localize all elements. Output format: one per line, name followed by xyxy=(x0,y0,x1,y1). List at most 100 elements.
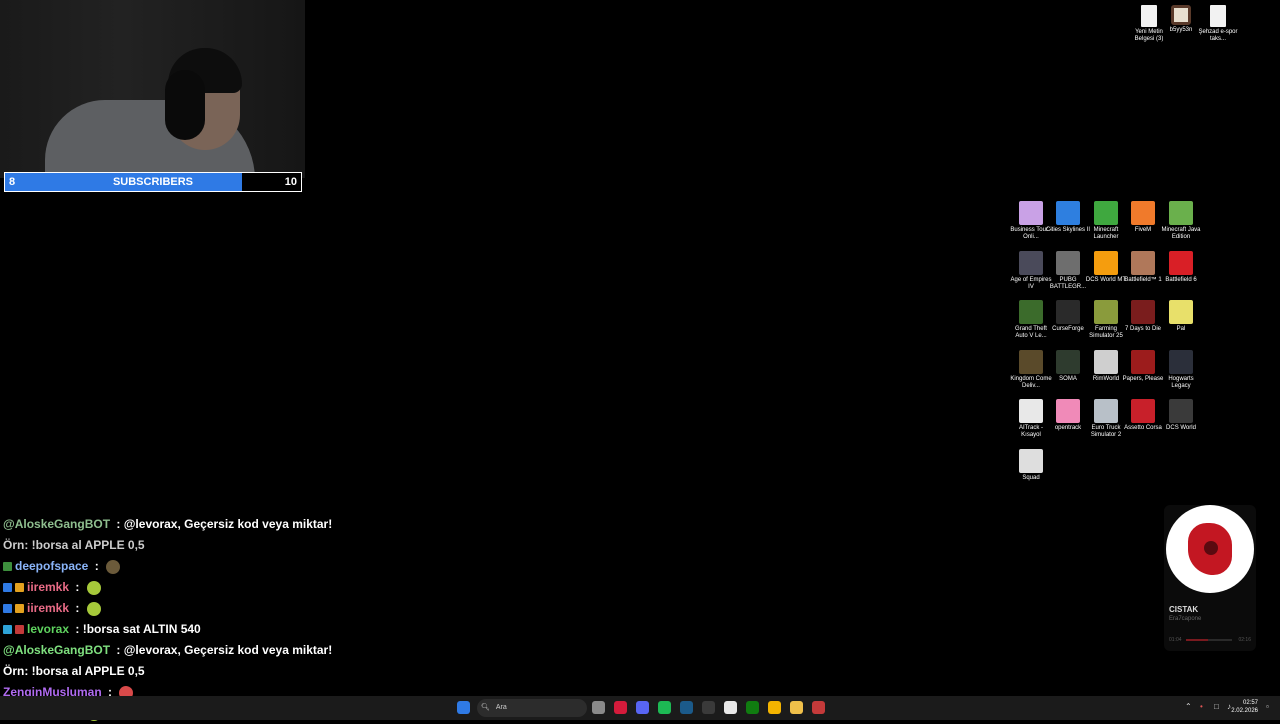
desktop-app-shortcut[interactable]: DCS World xyxy=(1159,399,1203,432)
soma-icon xyxy=(1056,350,1080,374)
dcs-world-icon xyxy=(1169,399,1193,423)
chat-emote-icon xyxy=(86,580,101,595)
epic-games-button[interactable] xyxy=(702,701,715,714)
chat-text: Örn: !borsa al APPLE 0,5 xyxy=(3,538,145,552)
chat-emote-icon xyxy=(106,559,121,574)
discord-button[interactable] xyxy=(636,701,649,714)
obs-button[interactable] xyxy=(812,701,825,714)
xbox-button[interactable] xyxy=(746,701,759,714)
start-button[interactable] xyxy=(457,701,470,714)
rimworld-icon xyxy=(1094,350,1118,374)
chat-separator: : xyxy=(113,643,124,657)
opera-gx-button[interactable] xyxy=(614,701,627,714)
business-tour-icon xyxy=(1019,201,1043,225)
webcam-feed xyxy=(0,0,305,178)
clock-date: 2.02.2026 xyxy=(1231,708,1258,714)
chat-badge-icon xyxy=(3,604,12,614)
desktop-app-label: DCS World xyxy=(1166,425,1196,431)
7-days-to-die-icon xyxy=(1131,300,1155,324)
chat-username: levorax xyxy=(27,622,70,636)
text-document-icon xyxy=(1141,5,1157,27)
chat-badge-icon xyxy=(15,583,24,593)
papers-please-icon xyxy=(1131,350,1155,374)
desktop-icon[interactable]: Şehzad e-spor taks... xyxy=(1196,5,1240,43)
chat-text: !borsa sat ALTIN 540 xyxy=(82,622,201,636)
battlefield-6-icon xyxy=(1169,251,1193,275)
chat-badge-icon xyxy=(15,604,24,614)
minecraft-java-icon xyxy=(1169,201,1193,225)
chat-emote-icon xyxy=(86,601,101,616)
chat-message: Örn: !borsa al APPLE 0,5 xyxy=(0,661,330,682)
text-document-icon xyxy=(1210,5,1226,27)
desktop-app-shortcut[interactable]: Pal xyxy=(1159,300,1203,333)
kingdom-come-icon xyxy=(1019,350,1043,374)
desktop-app-label: Squad xyxy=(1022,475,1040,481)
capcut-button[interactable] xyxy=(724,701,737,714)
disc-center xyxy=(1204,541,1218,555)
euro-truck-icon xyxy=(1094,399,1118,423)
hogwarts-legacy-icon xyxy=(1169,350,1193,374)
chat-message: deepofspace : xyxy=(0,556,330,577)
assetto-corsa-icon xyxy=(1131,399,1155,423)
desktop-app-label: Pal xyxy=(1176,326,1186,332)
tray-overflow-icon[interactable]: ⌃ xyxy=(1185,702,1192,711)
track-title: CISTAK xyxy=(1169,605,1199,614)
subscriber-goal-label: SUBSCRIBERS xyxy=(112,176,194,188)
chat-message: @AloskeGangBOT : @levorax, Geçersiz kod … xyxy=(0,514,332,535)
headset xyxy=(165,70,205,140)
desktop-app-shortcut[interactable]: Minecraft Java Edition xyxy=(1159,201,1203,241)
taskbar: 🔍︎ Ara ⌃ • □ ♪ 02:57 2.02.2026 ▫ xyxy=(0,696,1280,720)
pubg-icon xyxy=(1056,251,1080,275)
taskbar-search[interactable]: 🔍︎ Ara xyxy=(477,699,587,717)
chat-text: @levorax, Geçersiz kod veya miktar! xyxy=(123,643,333,657)
chat-message: iiremkk : xyxy=(0,598,330,619)
chat-separator: : xyxy=(91,559,103,573)
network-icon[interactable]: □ xyxy=(1214,702,1219,711)
curseforge-icon xyxy=(1056,300,1080,324)
subscriber-goal-target: 10 xyxy=(284,176,297,188)
squad-icon xyxy=(1019,449,1043,473)
desktop-app-label: Minecraft Java Edition xyxy=(1161,227,1201,240)
chat-badge-icon xyxy=(3,562,12,572)
chat-separator: : xyxy=(113,517,124,531)
notification-icon[interactable]: ▫ xyxy=(1266,702,1269,711)
aitrack-icon xyxy=(1019,399,1043,423)
profile-image-icon xyxy=(1171,5,1191,25)
chat-badge-icon xyxy=(3,625,12,635)
desktop-app-label: Battlefield 6 xyxy=(1165,277,1197,283)
chat-username: deepofspace xyxy=(15,559,89,573)
chat-separator: : xyxy=(72,622,83,636)
chat-badge-icon xyxy=(15,625,24,635)
opentrack-icon xyxy=(1056,399,1080,423)
chat-message: @AloskeGangBOT : @levorax, Geçersiz kod … xyxy=(0,640,333,661)
chat-separator: : xyxy=(72,601,83,615)
stream-chat: @AloskeGangBOT : @levorax, Geçersiz kod … xyxy=(0,514,333,724)
microphone-icon[interactable]: • xyxy=(1200,702,1203,711)
track-duration: 02:16 xyxy=(1238,637,1251,643)
chat-username: @AloskeGangBOT xyxy=(3,517,111,531)
desktop-app-shortcut[interactable]: Hogwarts Legacy xyxy=(1159,350,1203,390)
chat-message: iiremkk : xyxy=(0,577,330,598)
age-of-empires-icon xyxy=(1019,251,1043,275)
desktop-app-shortcut[interactable]: Battlefield 6 xyxy=(1159,251,1203,284)
chrome-button[interactable] xyxy=(768,701,781,714)
farming-simulator-icon xyxy=(1094,300,1118,324)
steam-button[interactable] xyxy=(680,701,693,714)
spotify-button[interactable] xyxy=(658,701,671,714)
chat-username: iiremkk xyxy=(27,580,70,594)
clock-time: 02:57 xyxy=(1242,700,1258,706)
gta-v-icon xyxy=(1019,300,1043,324)
track-progress-bar xyxy=(1186,639,1232,641)
subscriber-goal-bar: 8 SUBSCRIBERS 10 xyxy=(4,172,302,192)
desktop-app-shortcut[interactable]: Squad xyxy=(1009,449,1053,482)
minecraft-launcher-icon xyxy=(1094,201,1118,225)
desktop-app-label: Hogwarts Legacy xyxy=(1168,376,1194,389)
chat-message: Örn: !borsa al APPLE 0,5 xyxy=(0,535,330,556)
track-artist: Era7capone xyxy=(1169,616,1202,622)
chat-text: Örn: !borsa al APPLE 0,5 xyxy=(3,664,145,678)
chat-username: @AloskeGangBOT xyxy=(3,643,111,657)
chat-separator: : xyxy=(72,580,83,594)
file-explorer-button[interactable] xyxy=(790,701,803,714)
task-view-button[interactable] xyxy=(592,701,605,714)
system-clock[interactable]: 02:57 2.02.2026 xyxy=(1231,699,1258,715)
